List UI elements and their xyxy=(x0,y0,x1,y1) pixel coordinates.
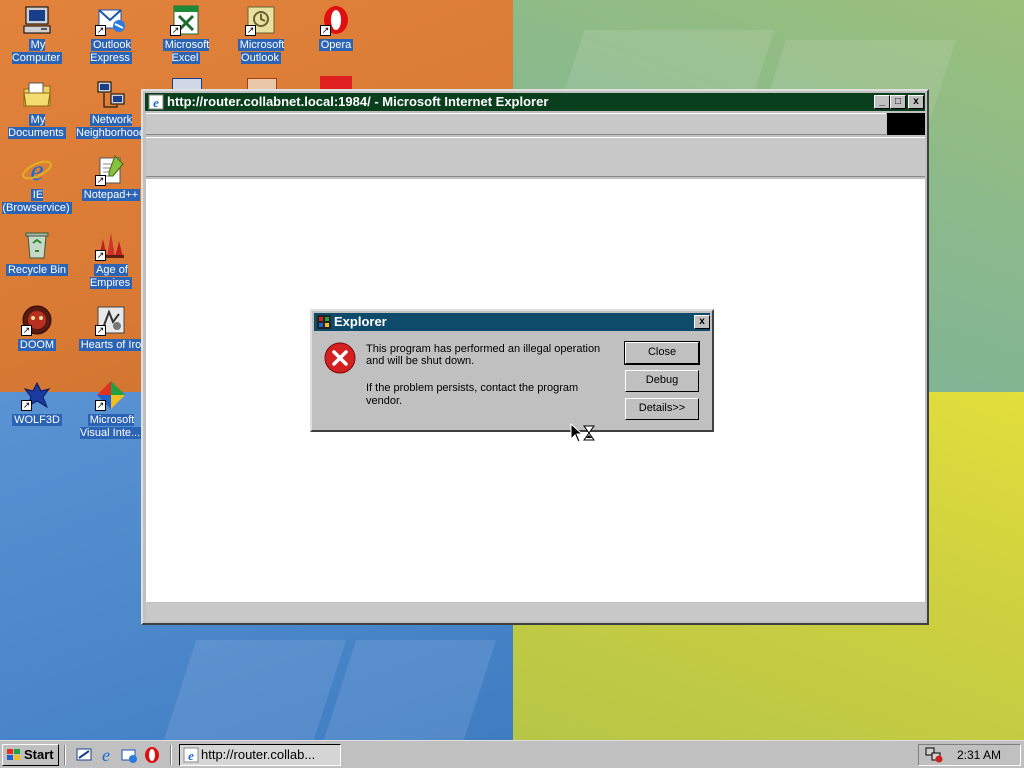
error-message-line: and will be shut down. xyxy=(366,355,475,367)
dialog-close-icon[interactable]: x xyxy=(694,315,710,329)
shortcut-arrow-icon: ↗ xyxy=(95,25,106,36)
taskbar-task-ie[interactable]: e http://router.collab... xyxy=(179,744,341,766)
internet-explorer-icon[interactable]: e xyxy=(97,746,115,764)
error-message-line: If the problem persists, contact the pro… xyxy=(366,382,579,394)
shortcut-arrow-icon: ↗ xyxy=(320,25,331,36)
desktop-icon-recycle-bin[interactable]: Recycle Bin xyxy=(0,227,74,299)
error-dialog[interactable]: Explorer x This program has performed an… xyxy=(310,309,714,432)
ie-menu-bar xyxy=(146,113,886,135)
desktop-icon-label: Network Neighborhood xyxy=(76,114,148,139)
error-message-line: vendor. xyxy=(366,395,403,407)
desktop-icon-label: My Documents xyxy=(8,114,66,139)
details-button[interactable]: Details>> xyxy=(625,398,699,420)
desktop-icon-label: Recycle Bin xyxy=(5,264,69,276)
desktop-icon-outlook-express[interactable]: ↗ Outlook Express xyxy=(74,2,148,74)
svg-text:e: e xyxy=(30,154,43,186)
clock[interactable]: 2:31 AM xyxy=(957,747,1001,763)
desktop-icon-label: Microsoft Outlook xyxy=(237,39,285,64)
shortcut-arrow-icon: ↗ xyxy=(21,400,32,411)
app-icon xyxy=(317,315,331,329)
svg-text:e: e xyxy=(153,95,159,110)
error-dialog-title: Explorer xyxy=(334,314,387,329)
desktop-icon-age-of-empires[interactable]: ↗ Age of Empires xyxy=(74,227,148,299)
desktop-icon-label: Age of Empires xyxy=(89,264,133,289)
ie-window-title: http://router.collabnet.local:1984/ - Mi… xyxy=(167,94,549,109)
debug-button[interactable]: Debug xyxy=(625,370,699,392)
opera-icon[interactable] xyxy=(143,746,161,764)
ie-page-icon: e xyxy=(183,747,199,763)
minimize-button[interactable]: _ xyxy=(874,95,890,109)
start-button[interactable]: Start xyxy=(2,744,59,766)
desktop-icon-label: Opera xyxy=(318,39,354,51)
shortcut-arrow-icon: ↗ xyxy=(95,400,106,411)
desktop-icon-wolf3d[interactable]: ↗ WOLF3D xyxy=(0,377,74,449)
desktop-icon-doom[interactable]: ↗ DOOM xyxy=(0,302,74,374)
desktop-icon-hearts-of-iron[interactable]: ↗ Hearts of Iro xyxy=(74,302,148,374)
taskbar: Start e e http://router.collab... 2:31 A… xyxy=(0,740,1024,768)
start-label: Start xyxy=(24,747,54,762)
shortcut-arrow-icon: ↗ xyxy=(245,25,256,36)
desktop-icon-network-neighborhood[interactable]: Network Neighborhood xyxy=(74,77,148,149)
error-dialog-titlebar[interactable]: Explorer x xyxy=(314,313,710,331)
desktop-icon-label: Hearts of Iro xyxy=(78,339,144,351)
network-status-icon[interactable] xyxy=(925,747,943,763)
recycle-bin-icon xyxy=(25,232,49,259)
desktop-icon-ie-browservice[interactable]: e IE (Browservice) xyxy=(0,152,74,224)
system-tray: 2:31 AM xyxy=(918,744,1021,766)
internet-explorer-icon: e xyxy=(22,154,52,186)
shortcut-arrow-icon: ↗ xyxy=(95,250,106,261)
network-neighborhood-icon xyxy=(97,81,125,108)
ie-titlebar[interactable]: e http://router.collabnet.local:1984/ - … xyxy=(145,93,925,111)
desktop-icon-opera[interactable]: ↗ Opera xyxy=(299,2,373,74)
close-dialog-button[interactable]: Close xyxy=(624,341,700,365)
desktop-icon-label: Notepad++ xyxy=(81,189,141,201)
error-icon xyxy=(324,342,356,374)
ie-status-bar xyxy=(146,603,925,621)
hidden-desktop-icon xyxy=(320,76,352,90)
ie-page-icon: e xyxy=(148,94,164,110)
maximize-button[interactable]: □ xyxy=(890,95,906,109)
my-documents-icon xyxy=(23,82,51,107)
shortcut-arrow-icon: ↗ xyxy=(95,175,106,186)
desktop-icon-label: Microsoft Visual Inte... xyxy=(79,414,143,439)
desktop-icon-label: WOLF3D xyxy=(12,414,62,426)
shortcut-arrow-icon: ↗ xyxy=(170,25,181,36)
desktop-icon-my-computer[interactable]: My Computer xyxy=(0,2,74,74)
ie-throbber xyxy=(887,113,925,135)
taskbar-task-label: http://router.collab... xyxy=(201,747,316,762)
taskbar-separator xyxy=(170,745,172,765)
my-computer-icon xyxy=(23,6,51,34)
desktop-icon-label: IE (Browservice) xyxy=(2,189,72,214)
windows-logo-icon xyxy=(7,749,20,760)
desktop-icon-label: Outlook Express xyxy=(90,39,132,64)
svg-text:e: e xyxy=(102,746,110,764)
busy-cursor-icon xyxy=(570,423,595,443)
desktop-icon-my-documents[interactable]: My Documents xyxy=(0,77,74,149)
outlook-express-icon[interactable] xyxy=(120,746,138,764)
desktop-icon-label: My Computer xyxy=(11,39,63,64)
taskbar-separator xyxy=(64,745,66,765)
desktop-icon-outlook[interactable]: ↗ Microsoft Outlook xyxy=(224,2,298,74)
shortcut-arrow-icon: ↗ xyxy=(95,325,106,336)
ie-toolbar xyxy=(146,137,925,177)
show-desktop-icon[interactable] xyxy=(75,746,93,764)
svg-text:e: e xyxy=(188,748,194,763)
desktop-icon-label: Microsoft Excel xyxy=(162,39,210,64)
close-button[interactable]: x xyxy=(908,95,924,109)
desktop-icon-excel[interactable]: ↗ Microsoft Excel xyxy=(149,2,223,74)
desktop-icon-label: DOOM xyxy=(17,339,57,351)
error-message-line: This program has performed an illegal op… xyxy=(366,343,601,355)
shortcut-arrow-icon: ↗ xyxy=(21,325,32,336)
desktop-icon-visual-interdev[interactable]: ↗ Microsoft Visual Inte... xyxy=(74,377,148,449)
desktop-icon-notepad-plus-plus[interactable]: ↗ Notepad++ xyxy=(74,152,148,224)
